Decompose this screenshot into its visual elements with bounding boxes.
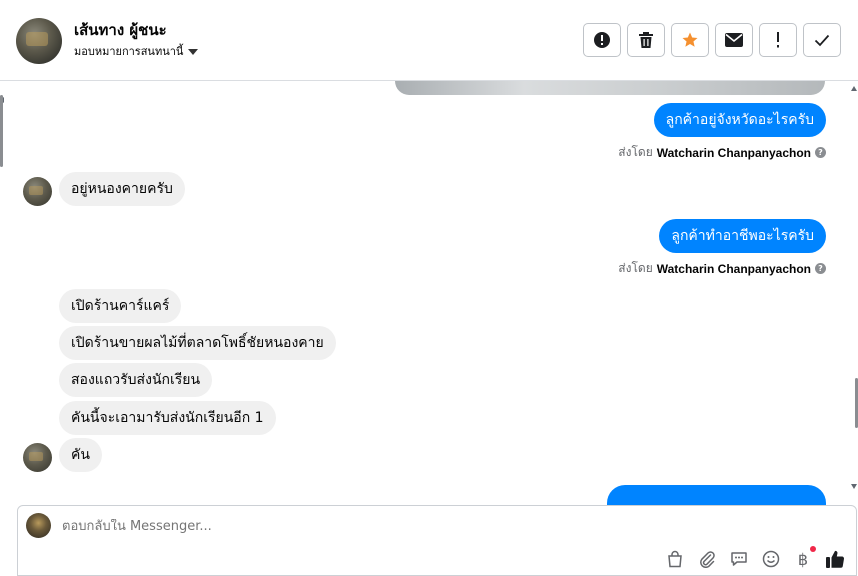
assign-conversation-dropdown[interactable]: มอบหมายการสนทนานี้ [74,42,199,60]
sent-by-label: ส่งโดย Watcharin Chanpanyachon ? [618,259,826,278]
sent-by-prefix: ส่งโดย [618,261,653,275]
contact-name[interactable]: เส้นทาง ผู้ชนะ [74,18,167,42]
sent-by-prefix: ส่งโดย [618,145,653,159]
shop-button[interactable] [664,548,686,570]
outgoing-message[interactable]: ลูกค้าอยู่จังหวัดอะไรครับ [653,103,826,137]
mark-spam-button[interactable] [583,23,621,57]
composer-tools: ฿ [664,546,846,570]
chat-bubble-icon [731,552,747,566]
conversation-header: เส้นทาง ผู้ชนะ มอบหมายการสนทนานี้ [0,0,858,81]
image-attachment[interactable] [395,81,825,95]
contact-avatar[interactable] [16,18,62,64]
star-icon [682,32,698,47]
mark-done-button[interactable] [803,23,841,57]
outgoing-message-partial[interactable] [607,485,826,505]
incoming-message[interactable]: เปิดร้านคาร์แคร์ [59,289,182,323]
notification-dot [810,546,816,552]
outgoing-message[interactable]: ลูกค้าทำอาชีพอะไรครับ [659,219,826,253]
saved-replies-button[interactable] [728,548,750,570]
check-icon [814,34,830,47]
caret-down-icon [188,48,199,55]
incoming-message[interactable]: สองแถวรับส่งนักเรียน [59,363,213,397]
left-scrollbar-thumb[interactable] [0,95,3,167]
incoming-message[interactable]: อยู่หนองคายครับ [59,172,185,206]
mark-unread-button[interactable] [715,23,753,57]
sender-name[interactable]: Watcharin Chanpanyachon [657,146,811,160]
like-button[interactable] [824,548,846,570]
scroll-up-arrow[interactable] [851,86,857,91]
alert-circle-icon [594,32,610,48]
star-button[interactable] [671,23,709,57]
smiley-icon [762,550,780,568]
thumbs-up-icon [826,550,845,568]
incoming-message[interactable]: คัน [59,438,102,472]
reply-composer: ฿ [17,505,857,576]
delete-button[interactable] [627,23,665,57]
help-icon[interactable]: ? [815,147,826,158]
payment-button[interactable]: ฿ [792,546,816,570]
scroll-down-arrow[interactable] [851,484,857,489]
reply-input[interactable] [62,519,562,534]
assign-conversation-label: มอบหมายการสนทนานี้ [74,45,184,58]
contact-message-avatar [23,443,52,472]
exclamation-icon [777,32,779,48]
page-avatar [26,513,51,538]
paperclip-icon [700,551,715,568]
follow-up-button[interactable] [759,23,797,57]
incoming-message[interactable]: เปิดร้านขายผลไม้ที่ตลาดโพธิ์ชัยหนองคาย [59,326,336,360]
envelope-icon [725,33,743,47]
sent-by-label: ส่งโดย Watcharin Chanpanyachon ? [618,143,826,162]
header-actions [583,23,841,57]
trash-icon [639,32,653,48]
emoji-button[interactable] [760,548,782,570]
baht-icon: ฿ [797,549,809,569]
help-icon[interactable]: ? [815,263,826,274]
incoming-message[interactable]: คันนี้จะเอามารับส่งนักเรียนอีก 1 [59,401,276,435]
sender-name[interactable]: Watcharin Chanpanyachon [657,262,811,276]
attach-button[interactable] [696,548,718,570]
contact-message-avatar [23,177,52,206]
shopping-bag-icon [668,550,682,568]
